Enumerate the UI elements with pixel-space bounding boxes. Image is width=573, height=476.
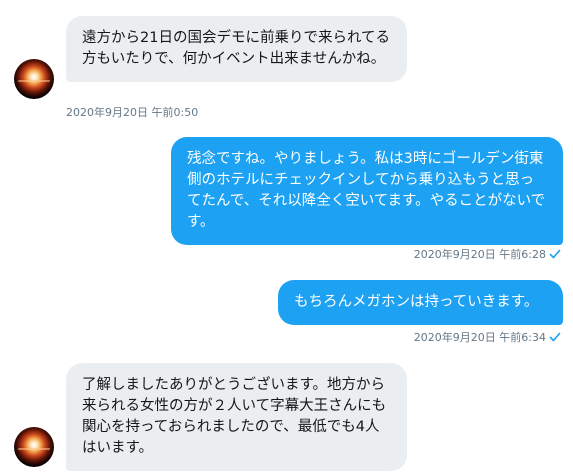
sender-avatar[interactable] [14, 427, 54, 467]
sender-avatar[interactable] [14, 59, 54, 99]
outgoing-message-bubble: もちろんメガホンは持っていきます。 [278, 280, 563, 325]
timestamp-text: 2020年9月20日 午前0:50 [66, 106, 199, 119]
incoming-message-bubble: 遠方から21日の国会デモに前乗りで来られてる方もいたりで、何かイベント出来ません… [66, 16, 407, 82]
incoming-message-bubble: 了解しましたありがとうございます。地方から来られる女性の方が２人いて字幕大王さん… [66, 363, 407, 471]
message-timestamp: 2020年9月20日 午前0:50 [66, 104, 198, 120]
read-check-icon [549, 332, 561, 342]
timestamp-text: 2020年9月20日 午前6:28 [413, 248, 546, 261]
conversation-thread: 遠方から21日の国会デモに前乗りで来られてる方もいたりで、何かイベント出来ません… [0, 0, 573, 476]
timestamp-text: 2020年9月20日 午前6:34 [413, 331, 546, 344]
read-check-icon [549, 249, 561, 259]
message-timestamp: 2020年9月20日 午前6:34 [414, 329, 561, 345]
outgoing-message-bubble: 残念ですね。やりましょう。私は3時にゴールデン街東側のホテルにチェックインしてか… [171, 137, 563, 245]
message-timestamp: 2020年9月20日 午前6:28 [414, 246, 561, 262]
